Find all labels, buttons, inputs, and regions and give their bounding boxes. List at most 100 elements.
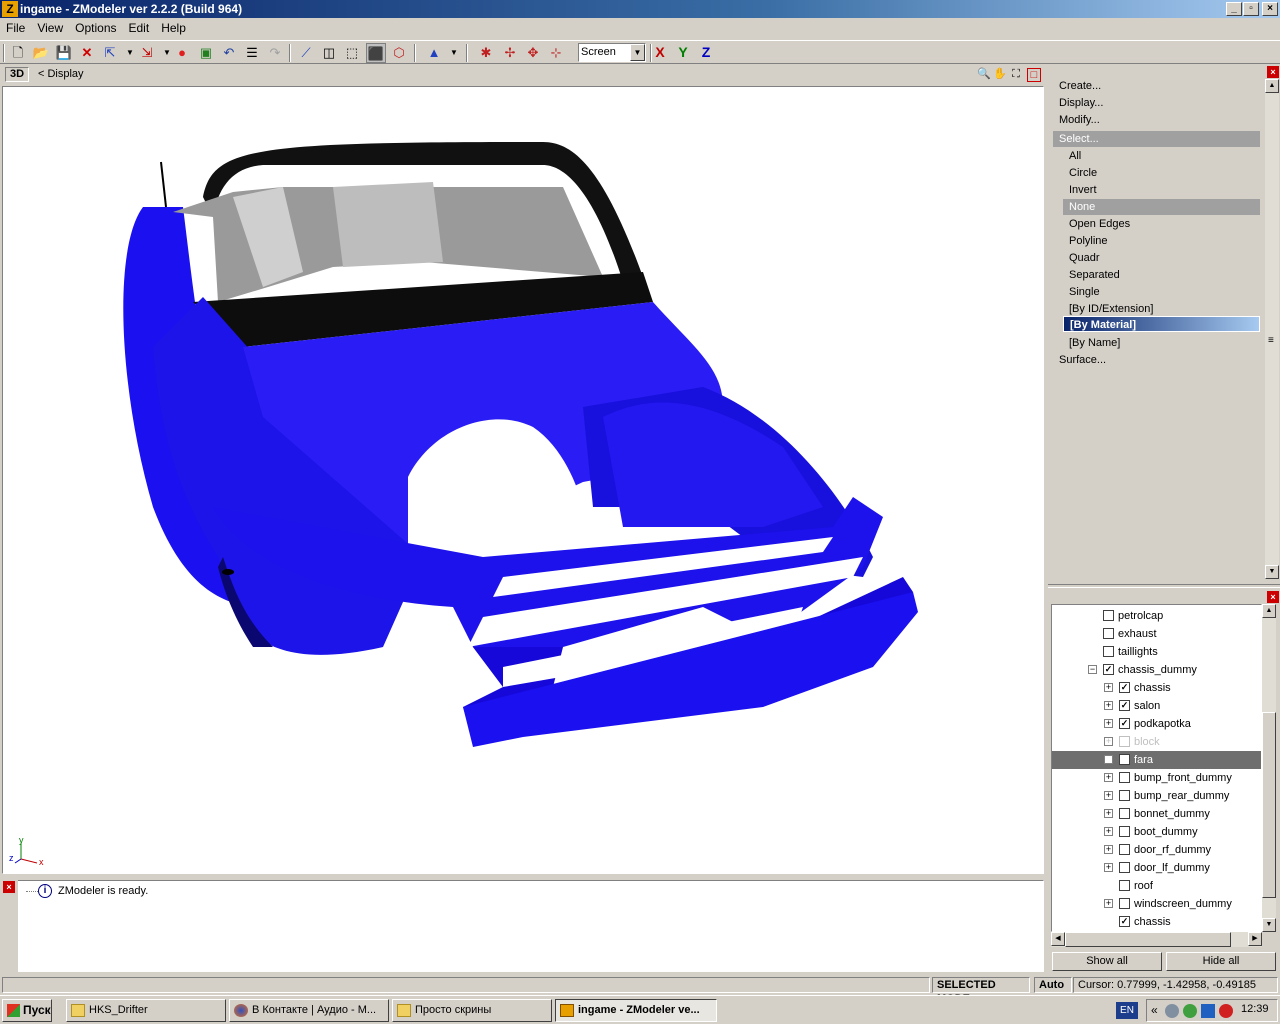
task-zmodeler[interactable]: ingame - ZModeler ve... xyxy=(555,999,717,1022)
image-icon[interactable]: ▣ xyxy=(196,43,216,63)
import-icon[interactable]: ⇱ xyxy=(100,43,120,63)
tree-row[interactable]: taillights xyxy=(1052,643,1261,661)
close-icon[interactable]: × xyxy=(1267,591,1279,603)
viewport-3d[interactable]: y x z xyxy=(2,86,1044,874)
hide-all-button[interactable]: Hide all xyxy=(1166,952,1276,971)
expand-icon[interactable]: + xyxy=(1104,719,1113,728)
axis-rotate-icon[interactable]: ✥ xyxy=(523,43,543,63)
select-separated[interactable]: Separated xyxy=(1063,267,1260,283)
panel-splitter[interactable] xyxy=(1048,584,1280,588)
display-item[interactable]: Display... xyxy=(1059,95,1103,112)
triangle-tool-icon[interactable]: ▲ xyxy=(424,43,444,63)
tree-hscrollbar[interactable]: ◀ ▶ xyxy=(1051,932,1262,947)
row-checkbox[interactable] xyxy=(1119,808,1130,819)
close-icon[interactable]: × xyxy=(3,881,15,893)
select-circle[interactable]: Circle xyxy=(1063,165,1260,181)
maximize-button[interactable]: ▫ xyxy=(1243,2,1259,16)
maximize-view-icon[interactable]: □ xyxy=(1027,68,1041,82)
tree-row[interactable]: + door_rf_dummy xyxy=(1052,841,1261,859)
row-checkbox[interactable]: ✓ xyxy=(1119,700,1130,711)
tree-row[interactable]: − ✓ chassis_dummy xyxy=(1052,661,1261,679)
close-icon[interactable]: × xyxy=(1267,66,1279,78)
expand-icon[interactable]: + xyxy=(1104,737,1113,746)
row-checkbox[interactable] xyxy=(1119,880,1130,891)
selection-mode-icon[interactable]: ⬡ xyxy=(389,43,409,63)
antivirus-icon[interactable] xyxy=(1183,1004,1197,1018)
status-auto[interactable]: Auto xyxy=(1034,977,1072,993)
menu-options[interactable]: Options xyxy=(69,18,122,38)
task-hks-drifter[interactable]: HKS_Drifter xyxy=(66,999,226,1022)
minimize-button[interactable]: _ xyxy=(1226,2,1242,16)
collapse-icon[interactable]: − xyxy=(1088,665,1097,674)
axis-move-icon[interactable]: ✢ xyxy=(500,43,520,63)
chevron-down-icon[interactable]: ▼ xyxy=(630,44,645,61)
tree-row[interactable]: + windscreen_dummy xyxy=(1052,895,1261,913)
tree-scrollbar[interactable]: ▲ ▼ xyxy=(1262,604,1276,932)
row-checkbox[interactable] xyxy=(1119,772,1130,783)
row-checkbox[interactable] xyxy=(1103,646,1114,657)
pan-hand-icon[interactable]: ✋ xyxy=(993,68,1007,82)
tree-row[interactable]: + ✓ chassis xyxy=(1052,679,1261,697)
task-vkontakte[interactable]: В Контакте | Аудио - М... xyxy=(229,999,389,1022)
scroll-right-icon[interactable]: ▶ xyxy=(1248,932,1262,946)
network-icon[interactable] xyxy=(1165,1004,1179,1018)
hscroll-thumb[interactable] xyxy=(1065,932,1231,947)
tree-row[interactable]: + door_lf_dummy xyxy=(1052,859,1261,877)
tree-row[interactable]: + bump_rear_dummy xyxy=(1052,787,1261,805)
select-by-name[interactable]: [By Name] xyxy=(1063,335,1260,351)
tree-row[interactable]: roof xyxy=(1052,877,1261,895)
modify-item[interactable]: Modify... xyxy=(1059,112,1100,129)
new-file-icon[interactable]: 🗋 xyxy=(8,43,28,63)
view-3d-button[interactable]: 3D xyxy=(5,67,29,82)
expand-icon[interactable]: + xyxy=(1104,773,1113,782)
menu-view[interactable]: View xyxy=(31,18,69,38)
redo-icon[interactable]: ↷ xyxy=(265,43,285,63)
row-checkbox[interactable] xyxy=(1119,862,1130,873)
expand-icon[interactable]: + xyxy=(1104,755,1113,764)
row-checkbox[interactable]: ✓ xyxy=(1103,664,1114,675)
zoom-icon[interactable]: 🔍 xyxy=(977,68,991,82)
row-checkbox[interactable]: ✓ xyxy=(1119,916,1130,927)
expand-icon[interactable]: + xyxy=(1104,899,1113,908)
menu-help[interactable]: Help xyxy=(155,18,192,38)
row-checkbox[interactable]: ✓ xyxy=(1119,718,1130,729)
axis-y-button[interactable]: Y xyxy=(673,43,693,63)
face-mode-icon[interactable]: ◫ xyxy=(319,43,339,63)
triangle-dropdown-icon[interactable]: ▼ xyxy=(444,43,464,63)
row-checkbox[interactable]: ✓ xyxy=(1119,682,1130,693)
scroll-thumb[interactable] xyxy=(1262,712,1276,898)
undo-icon[interactable]: ↶ xyxy=(219,43,239,63)
pin-icon[interactable]: ✱ xyxy=(476,43,496,63)
row-checkbox[interactable] xyxy=(1119,790,1130,801)
fit-view-icon[interactable]: ⛶ xyxy=(1009,68,1023,82)
row-checkbox[interactable] xyxy=(1119,844,1130,855)
vertex-mode-icon[interactable]: ⟋ xyxy=(296,43,316,63)
select-polyline[interactable]: Polyline xyxy=(1063,233,1260,249)
viewport-breadcrumb[interactable]: < Display xyxy=(38,65,84,84)
axis-x-button[interactable]: X xyxy=(650,43,670,63)
select-quadr[interactable]: Quadr xyxy=(1063,250,1260,266)
expand-icon[interactable]: + xyxy=(1104,791,1113,800)
save-icon[interactable]: 💾 xyxy=(54,43,74,63)
panel-scrollbar[interactable]: ▲ ≡ ▼ xyxy=(1265,79,1279,579)
expand-icon[interactable]: + xyxy=(1104,845,1113,854)
connection-icon[interactable] xyxy=(1201,1004,1215,1018)
language-indicator[interactable]: EN xyxy=(1116,1002,1138,1019)
tree-row[interactable]: + bump_front_dummy xyxy=(1052,769,1261,787)
expand-icon[interactable]: + xyxy=(1104,863,1113,872)
scroll-down-icon[interactable]: ▼ xyxy=(1262,918,1276,932)
notes-icon[interactable]: ☰ xyxy=(242,43,262,63)
axis-z-button[interactable]: Z xyxy=(696,43,716,63)
select-item[interactable]: Select... xyxy=(1053,131,1260,147)
select-invert[interactable]: Invert xyxy=(1063,182,1260,198)
close-button[interactable]: × xyxy=(1262,2,1278,16)
tray-expand-icon[interactable]: « xyxy=(1151,1003,1158,1017)
show-all-button[interactable]: Show all xyxy=(1052,952,1162,971)
tree-row[interactable]: + bonnet_dummy xyxy=(1052,805,1261,823)
axis-scale-icon[interactable]: ⊹ xyxy=(546,43,566,63)
clock[interactable]: 12:39 xyxy=(1241,1003,1269,1015)
security-icon[interactable] xyxy=(1219,1004,1233,1018)
tree-row[interactable]: + fara xyxy=(1052,751,1261,769)
solid-mode-icon[interactable]: ⬛ xyxy=(366,43,386,63)
scroll-grip-icon[interactable]: ≡ xyxy=(1268,335,1274,346)
